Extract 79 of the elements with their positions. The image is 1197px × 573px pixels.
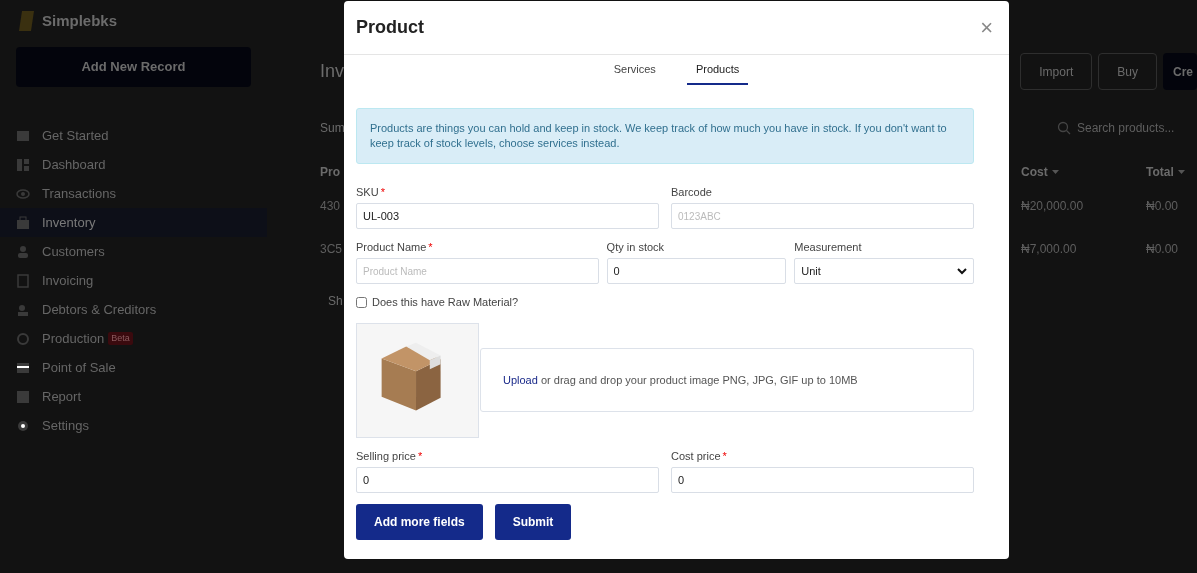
- table-cell-text: ₦20,000.00: [1021, 197, 1084, 215]
- table-cell-text: 3C5: [320, 240, 342, 258]
- field-label: SKU *: [356, 185, 386, 198]
- sidebar-item[interactable]: Report: [0, 382, 267, 411]
- field-label: Selling price *: [356, 448, 424, 462]
- search-field[interactable]: Search products...: [1077, 119, 1175, 137]
- nav-label: Report: [42, 387, 82, 406]
- field-label: Barcode: [671, 185, 713, 198]
- header-button[interactable]: Import: [1020, 53, 1093, 90]
- sidebar-item[interactable]: Debtors & Creditors: [0, 295, 267, 324]
- add-record-button[interactable]: Add New Record: [16, 47, 251, 87]
- person-icon: [16, 302, 30, 317]
- settings-icon: [16, 418, 30, 433]
- nav-label: Dashboard: [42, 155, 106, 174]
- checkbox-label: Does this have Raw Material?: [372, 295, 519, 310]
- field-label: Product Name *: [356, 240, 434, 253]
- nav-label: Customers: [42, 242, 105, 261]
- header-button[interactable]: Buy: [1098, 53, 1157, 90]
- sort-caret-icon[interactable]: [1177, 170, 1185, 174]
- sidebar-item[interactable]: Production Beta: [0, 324, 267, 353]
- header-button[interactable]: Cre: [1163, 53, 1197, 90]
- table-cell-text: ₦7,000.00: [1021, 240, 1077, 258]
- sidebar-item[interactable]: Inventory: [0, 208, 267, 237]
- nav-label: Transactions: [42, 184, 116, 203]
- nav-label: Get Started: [42, 126, 109, 145]
- search-icon: [1057, 121, 1071, 135]
- column-header[interactable]: Pro: [320, 163, 340, 181]
- field-label: Cost price *: [671, 448, 728, 462]
- logo-icon: [18, 10, 36, 32]
- footer-text: Sh: [328, 293, 343, 310]
- nav-label: Production: [42, 329, 105, 348]
- input-field[interactable]: Product Name: [356, 258, 599, 284]
- sort-caret-icon[interactable]: [1051, 170, 1059, 174]
- sidebar-item[interactable]: Customers: [0, 237, 267, 266]
- input-field[interactable]: UL-003: [356, 203, 659, 229]
- beta-badge: Beta: [108, 331, 133, 346]
- nav-label: Inventory: [42, 213, 96, 232]
- input-field[interactable]: 0: [356, 466, 659, 493]
- info-message: Products are things you can hold and keep in stock. We keep track of how much you have in stock. If you don't want to keep track of stock levels, choose services instead.: [356, 108, 974, 164]
- summary-label: Sum: [320, 120, 345, 137]
- nav-label: Invoicing: [42, 271, 94, 290]
- measurement-dropdown[interactable]: Unit: [794, 258, 974, 284]
- page-title: Inv: [320, 60, 344, 83]
- field-label: Qty in stock: [606, 240, 666, 253]
- upload-dropzone[interactable]: Upload or drag and drop your product image PNG, JPG, GIF up to 10MB: [480, 348, 974, 412]
- bag-icon: [16, 215, 30, 230]
- sidebar-item[interactable]: Point of Sale: [0, 353, 267, 382]
- tab[interactable]: Products: [686, 55, 749, 85]
- input-field[interactable]: 0: [671, 466, 974, 493]
- table-cell-text: ₦0.00: [1146, 197, 1179, 215]
- field-label: Measurement: [794, 240, 863, 253]
- sidebar-item[interactable]: Settings: [0, 411, 267, 440]
- tab[interactable]: Services: [604, 55, 665, 85]
- logo-text: Simplebks: [42, 10, 118, 31]
- close-button[interactable]: ×: [980, 16, 997, 39]
- table-cell-text: ₦0.00: [1146, 240, 1179, 258]
- sidebar-item[interactable]: Transactions: [0, 179, 267, 208]
- sidebar-item[interactable]: Dashboard: [0, 150, 267, 179]
- person-icon: [16, 244, 30, 259]
- input-field[interactable]: 0123ABC: [671, 203, 974, 229]
- add-fields-button[interactable]: Add more fields: [356, 503, 483, 540]
- upload-link[interactable]: Upload: [503, 373, 538, 386]
- column-header[interactable]: Total: [1146, 163, 1174, 181]
- dashboard-icon: [16, 157, 30, 172]
- card-icon: [16, 360, 30, 375]
- sidebar-item[interactable]: Get Started: [0, 121, 267, 150]
- table-cell-text: 430: [320, 197, 341, 215]
- submit-button[interactable]: Submit: [494, 503, 572, 540]
- nav-label: Point of Sale: [42, 358, 116, 377]
- upload-instructions: Upload or drag and drop your product image PNG, JPG, GIF up to 10MB: [503, 372, 858, 388]
- sidebar-item[interactable]: Invoicing: [0, 266, 267, 295]
- chevron-down-icon: [957, 267, 967, 275]
- input-field[interactable]: 0: [606, 258, 787, 284]
- raw-material-checkbox[interactable]: [356, 296, 367, 308]
- nav-label: Debtors & Creditors: [42, 300, 157, 319]
- dialog-title: Product: [356, 16, 424, 39]
- nav-label: Settings: [42, 416, 89, 435]
- column-header[interactable]: Cost: [1021, 163, 1048, 181]
- eye-icon: [16, 186, 30, 201]
